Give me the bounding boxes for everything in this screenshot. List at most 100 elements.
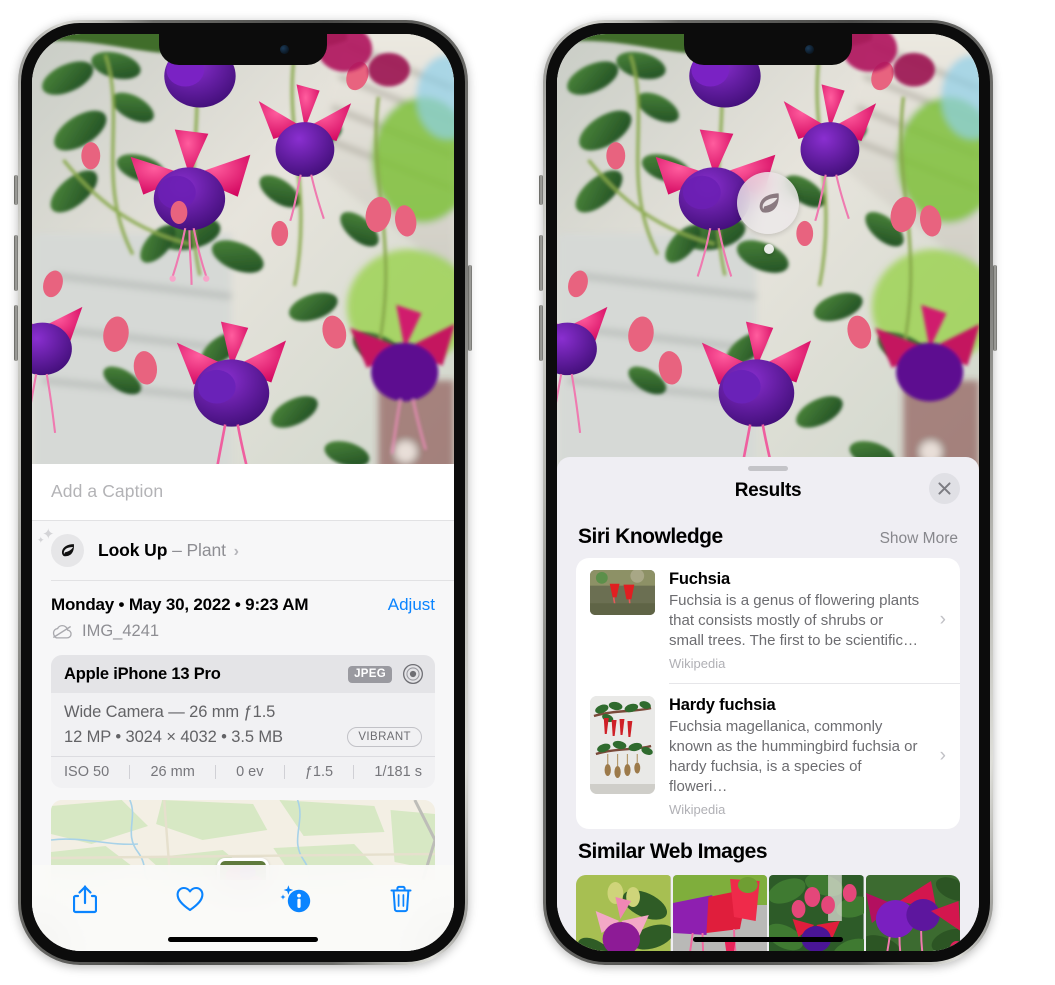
style-badge: VIBRANT (347, 727, 422, 747)
photo-artwork (557, 34, 979, 486)
chevron-right-icon: › (233, 543, 239, 560)
photo-artwork (32, 34, 454, 486)
result-thumbnail (590, 695, 655, 794)
volume-down-button[interactable] (14, 305, 18, 361)
results-header: Results (557, 471, 979, 514)
exif-separator (353, 765, 355, 779)
visual-lookup-badge[interactable] (737, 172, 799, 234)
spec-line: 12 MP • 3024 × 4032 • 3.5 MB (64, 727, 283, 746)
camera-info-card[interactable]: Apple iPhone 13 Pro JPEG Wide Camera — 2… (51, 655, 435, 788)
delete-button[interactable] (378, 877, 424, 921)
siri-knowledge-card: Fuchsia Fuchsia is a genus of flowering … (576, 558, 960, 829)
web-image-4-artwork (865, 874, 960, 951)
camera-card-header: Apple iPhone 13 Pro JPEG (51, 655, 435, 693)
front-camera-icon (805, 45, 814, 54)
device-bezel: Add a Caption ✦ ✦ Look Up – Plant › Mond… (21, 23, 465, 962)
power-button[interactable] (993, 265, 997, 351)
screen-left: Add a Caption ✦ ✦ Look Up – Plant › Mond… (32, 34, 454, 951)
result-description: Fuchsia magellanica, commonly known as t… (669, 717, 918, 795)
result-text: Hardy fuchsia Fuchsia magellanica, commo… (669, 696, 922, 817)
exif-separator (129, 765, 131, 779)
siri-knowledge-header: Siri Knowledge Show More (557, 514, 979, 558)
adjust-button[interactable]: Adjust (388, 595, 435, 615)
result-text: Fuchsia Fuchsia is a genus of flowering … (669, 570, 922, 671)
silent-switch[interactable] (539, 175, 543, 205)
result-title: Fuchsia (669, 570, 730, 588)
favorite-button[interactable] (167, 877, 213, 921)
volume-down-button[interactable] (539, 305, 543, 361)
exif-separator (214, 765, 216, 779)
web-image-1-artwork (576, 874, 671, 951)
info-sparkle-icon (280, 885, 310, 913)
look-up-dash: – (172, 540, 182, 560)
info-button[interactable] (273, 877, 319, 921)
look-up-title: Look Up (98, 540, 168, 560)
photo-date: Monday • May 30, 2022 • 9:23 AM (51, 595, 309, 614)
list-item[interactable]: Fuchsia Fuchsia is a genus of flowering … (576, 558, 960, 683)
aperture-icon (403, 664, 423, 684)
section-title: Siri Knowledge (578, 525, 723, 548)
date-block: Monday • May 30, 2022 • 9:23 AM Adjust I… (32, 581, 454, 653)
exif-iso: ISO 50 (64, 764, 110, 780)
device-notch (684, 34, 852, 65)
results-title: Results (734, 480, 802, 501)
screen-right: Results Siri Knowledge Show More Fuchsia… (557, 34, 979, 951)
share-button[interactable] (62, 877, 108, 921)
sparkle-small-icon: ✦ (37, 535, 45, 545)
results-sheet: Results Siri Knowledge Show More Fuchsia… (557, 457, 979, 951)
look-up-row[interactable]: ✦ ✦ Look Up – Plant › (32, 521, 454, 580)
look-up-subject: Plant (186, 540, 226, 560)
file-name: IMG_4241 (82, 622, 160, 640)
leaf-icon: ✦ ✦ (37, 527, 84, 567)
trash-icon (390, 885, 412, 913)
result-title: Hardy fuchsia (669, 695, 776, 714)
result-source: Wikipedia (669, 655, 726, 671)
web-image-4[interactable] (865, 874, 960, 951)
visual-lookup-anchor-dot (764, 244, 774, 254)
exif-row: ISO 50 26 mm 0 ev ƒ1.5 1/181 s (51, 756, 435, 788)
exif-separator (283, 765, 285, 779)
leaf-icon (759, 192, 779, 213)
look-up-label: Look Up – Plant › (98, 540, 239, 561)
caption-input[interactable]: Add a Caption (32, 464, 454, 521)
volume-up-button[interactable] (539, 235, 543, 291)
iphone-left-device: Add a Caption ✦ ✦ Look Up – Plant › Mond… (14, 20, 472, 965)
show-more-button[interactable]: Show More (880, 530, 958, 548)
format-badge: JPEG (348, 665, 392, 683)
silent-switch[interactable] (14, 175, 18, 205)
device-bezel: Results Siri Knowledge Show More Fuchsia… (546, 23, 990, 962)
exif-aperture: ƒ1.5 (304, 764, 334, 780)
close-button[interactable] (929, 473, 960, 504)
section-title: Similar Web Images (578, 839, 768, 863)
web-image-1[interactable] (576, 874, 671, 951)
chevron-right-icon: › (939, 745, 946, 767)
camera-card-body: Wide Camera — 26 mm ƒ1.5 12 MP • 3024 × … (51, 693, 435, 756)
camera-device-name: Apple iPhone 13 Pro (64, 664, 221, 683)
heart-icon (176, 886, 204, 912)
power-button[interactable] (468, 265, 472, 351)
volume-up-button[interactable] (14, 235, 18, 291)
list-item[interactable]: Hardy fuchsia Fuchsia magellanica, commo… (576, 684, 960, 829)
result-description: Fuchsia is a genus of flowering plants t… (669, 592, 920, 649)
close-icon (938, 482, 951, 495)
exif-focal: 26 mm (150, 764, 195, 780)
chevron-right-icon: › (939, 609, 946, 631)
result-thumbnail (590, 570, 655, 615)
exif-ev: 0 ev (236, 764, 264, 780)
iphone-right-device: Results Siri Knowledge Show More Fuchsia… (539, 20, 997, 965)
thumb-hardy-fuchsia-artwork (590, 695, 655, 794)
home-indicator[interactable] (168, 937, 318, 942)
device-notch (159, 34, 327, 65)
screenshot-stage: Add a Caption ✦ ✦ Look Up – Plant › Mond… (0, 0, 1055, 985)
result-source: Wikipedia (669, 801, 726, 817)
icloud-slash-icon (52, 624, 72, 639)
leaf-glyph (61, 544, 74, 557)
home-indicator[interactable] (693, 937, 843, 942)
lens-line: Wide Camera — 26 mm ƒ1.5 (64, 703, 276, 721)
front-camera-icon (280, 45, 289, 54)
similar-web-images-header: Similar Web Images (557, 829, 979, 873)
photo-info-sheet: Add a Caption ✦ ✦ Look Up – Plant › Mond… (32, 464, 454, 951)
exif-shutter: 1/181 s (374, 764, 422, 780)
thumb-fuchsia-artwork (590, 570, 655, 615)
share-icon (72, 884, 97, 913)
